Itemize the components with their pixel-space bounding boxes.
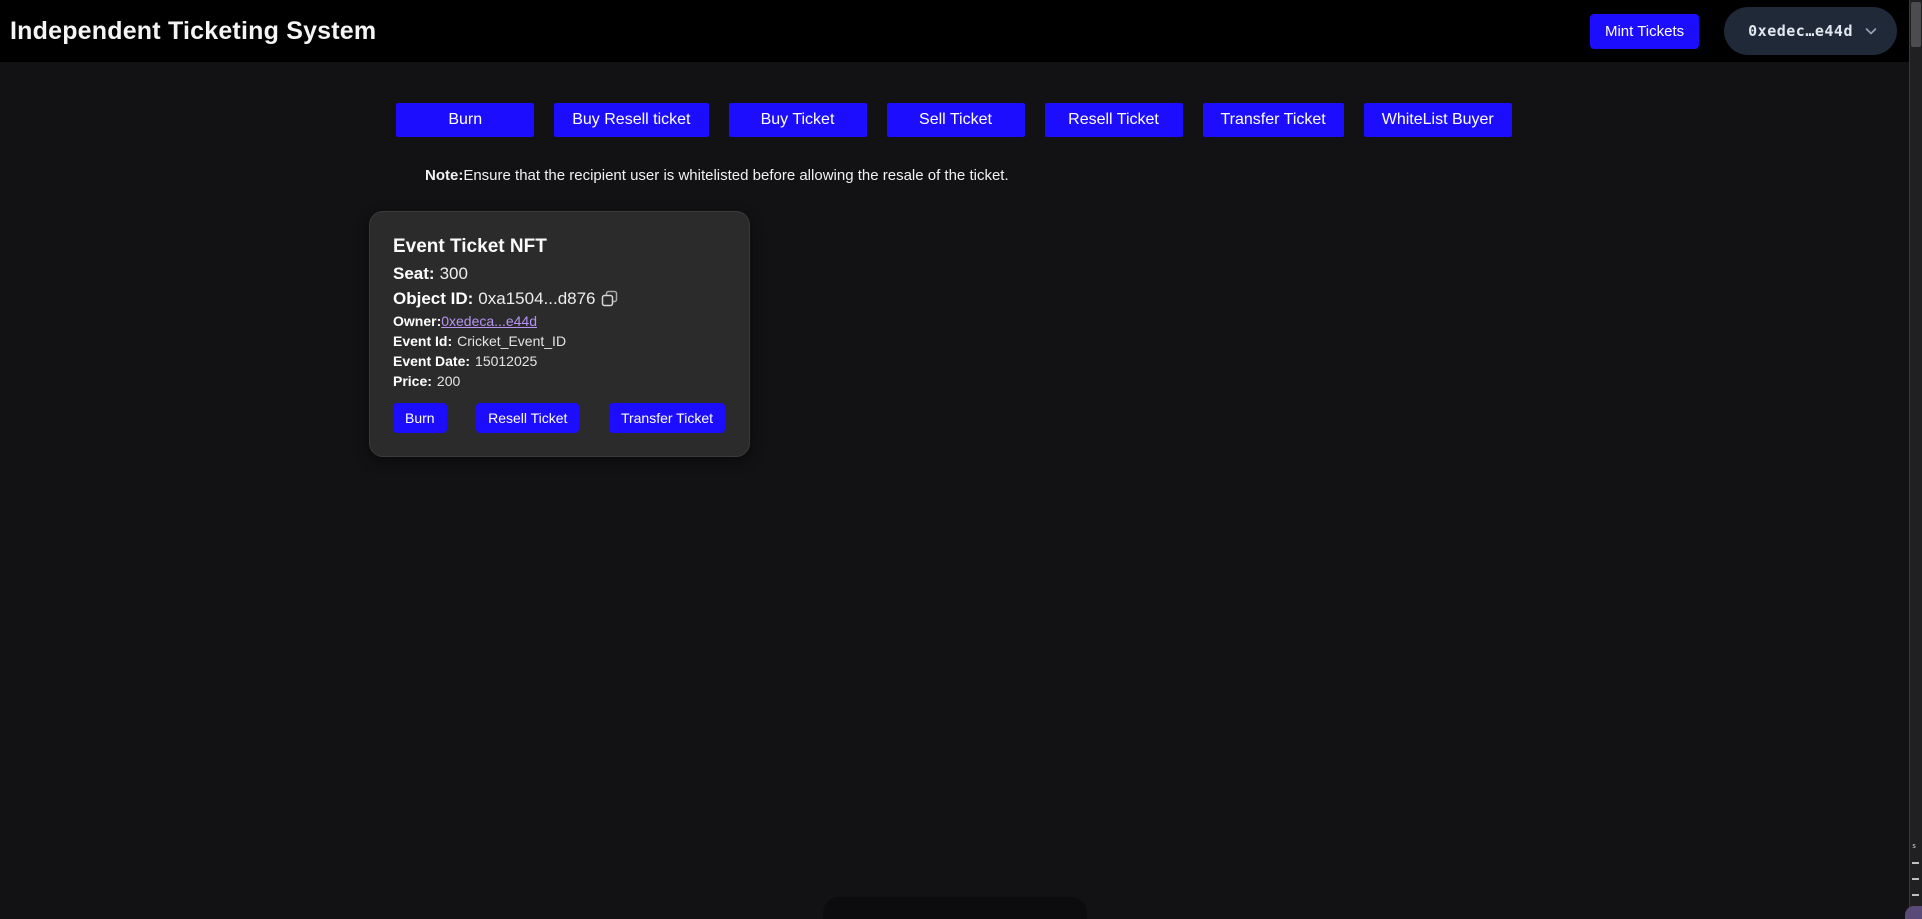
card-resell-ticket-button[interactable]: Resell Ticket (476, 403, 580, 433)
note-label: Note: (425, 167, 464, 184)
mint-tickets-button[interactable]: Mint Tickets (1589, 13, 1700, 49)
price-label: Price: (393, 373, 432, 389)
buy-resell-ticket-button[interactable]: Buy Resell ticket (554, 103, 709, 137)
object-id-label: Object ID: (393, 289, 474, 308)
whitelist-buyer-button[interactable]: WhiteList Buyer (1363, 103, 1512, 137)
event-id-value: Cricket_Event_ID (457, 333, 567, 349)
scrollbar-tick (1912, 862, 1919, 864)
toast-shadow (823, 897, 1087, 919)
note-text: Ensure that the recipient user is whitel… (463, 167, 1009, 184)
wallet-account-button[interactable]: 0xedec…e44d (1724, 7, 1897, 55)
card-transfer-ticket-button[interactable]: Transfer Ticket (608, 403, 725, 433)
action-buttons-row: Burn Buy Resell ticket Buy Ticket Sell T… (0, 103, 1908, 137)
page-title: Independent Ticketing System (10, 16, 377, 45)
owner-label: Owner: (393, 313, 442, 329)
event-date-row: Event Date: 15012025 (393, 351, 725, 371)
transfer-ticket-button[interactable]: Transfer Ticket (1202, 103, 1344, 137)
card-actions-row: Burn Resell Ticket Transfer Ticket (393, 403, 725, 433)
price-value: 200 (436, 373, 461, 389)
event-date-value: 15012025 (475, 353, 538, 369)
scrollbar-thumb[interactable] (1911, 2, 1921, 47)
event-date-label: Event Date: (393, 353, 471, 369)
object-id-value: 0xa1504...d876 (478, 289, 596, 308)
whitelist-note: Note:Ensure that the recipient user is w… (425, 167, 1009, 184)
sell-ticket-button[interactable]: Sell Ticket (886, 103, 1025, 137)
chevron-down-icon (1863, 23, 1879, 39)
app-header: Independent Ticketing System Mint Ticket… (0, 0, 1922, 62)
copy-icon[interactable] (601, 290, 618, 310)
corner-widget (1905, 906, 1922, 919)
resell-ticket-button[interactable]: Resell Ticket (1044, 103, 1183, 137)
event-id-row: Event Id: Cricket_Event_ID (393, 331, 725, 351)
scrollbar-tick (1912, 878, 1919, 880)
wallet-address: 0xedec…e44d (1748, 22, 1853, 40)
scrollbar-marker: s (1912, 842, 1917, 850)
card-burn-button[interactable]: Burn (393, 403, 447, 433)
object-id-row: Object ID: 0xa1504...d876 (393, 286, 725, 311)
price-row: Price: 200 (393, 371, 725, 391)
seat-label: Seat: (393, 264, 435, 283)
header-actions: Mint Tickets 0xedec…e44d (1589, 7, 1897, 55)
burn-button[interactable]: Burn (396, 103, 535, 137)
scrollbar-tick (1912, 894, 1919, 896)
event-ticket-card: Event Ticket NFT Seat: 300 Object ID: 0xa1… (369, 211, 750, 457)
seat-row: Seat: 300 (393, 261, 725, 286)
card-title: Event Ticket NFT (393, 236, 547, 257)
vertical-scrollbar[interactable]: s (1909, 0, 1922, 919)
seat-value: 300 (439, 264, 468, 283)
owner-row: Owner:0xedeca...e44d (393, 311, 725, 331)
owner-address-link[interactable]: 0xedeca...e44d (441, 313, 537, 329)
event-id-label: Event Id: (393, 333, 453, 349)
buy-ticket-button[interactable]: Buy Ticket (728, 103, 867, 137)
